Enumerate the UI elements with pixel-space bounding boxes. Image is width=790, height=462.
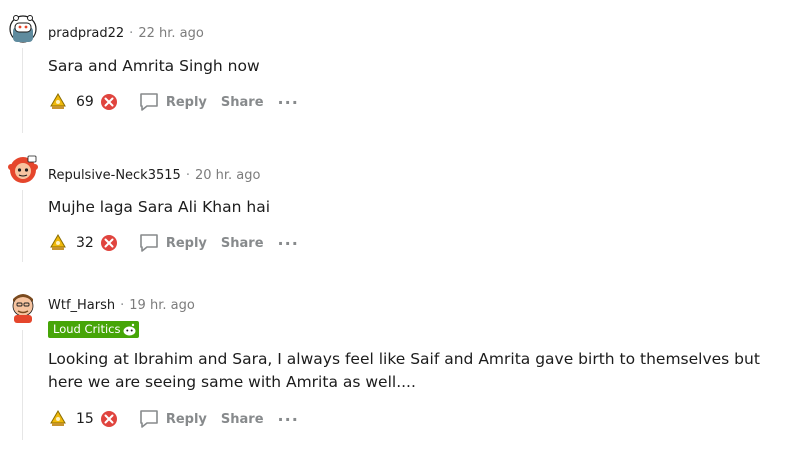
flair-label: Loud Critics <box>53 322 121 336</box>
avatar[interactable] <box>6 10 40 44</box>
timestamp[interactable]: 19 hr. ago <box>129 298 195 313</box>
award-icon[interactable] <box>48 92 68 112</box>
timestamp[interactable]: 22 hr. ago <box>138 26 204 41</box>
comment-actions: 32 Reply Share ··· <box>48 231 299 255</box>
timestamp[interactable]: 20 hr. ago <box>195 168 261 183</box>
comment-meta: Repulsive-Neck3515 · 20 hr. ago <box>48 168 260 183</box>
comment-meta: pradprad22 · 22 hr. ago <box>48 26 204 41</box>
snoo-flair-icon <box>123 323 136 336</box>
comment-actions: 15 Reply Share ··· <box>48 407 299 431</box>
share-button[interactable]: Share <box>221 412 264 427</box>
comment-bubble-icon <box>140 234 158 252</box>
remove-icon[interactable] <box>100 410 118 428</box>
remove-icon[interactable] <box>100 234 118 252</box>
separator-dot: · <box>129 26 134 41</box>
score: 69 <box>76 94 94 110</box>
username-link[interactable]: Wtf_Harsh <box>48 298 115 313</box>
username-link[interactable]: pradprad22 <box>48 26 124 41</box>
award-icon[interactable] <box>48 233 68 253</box>
reply-label: Reply <box>165 411 207 427</box>
comment-bubble-icon <box>140 410 158 428</box>
reply-button[interactable]: Reply <box>138 408 207 430</box>
reply-label: Reply <box>165 94 207 110</box>
comment-meta: Wtf_Harsh · 19 hr. ago <box>48 298 195 313</box>
comment-body: Sara and Amrita Singh now <box>48 57 260 75</box>
username-link[interactable]: Repulsive-Neck3515 <box>48 168 181 183</box>
remove-icon[interactable] <box>100 93 118 111</box>
avatar[interactable] <box>6 290 40 324</box>
separator-dot: · <box>120 298 125 313</box>
more-options-icon[interactable]: ··· <box>278 410 299 429</box>
user-flair: Loud Critics <box>48 321 140 338</box>
score: 32 <box>76 235 94 251</box>
reply-button[interactable]: Reply <box>138 232 207 254</box>
more-options-icon[interactable]: ··· <box>278 234 299 253</box>
share-button[interactable]: Share <box>221 236 264 251</box>
thread-line <box>22 190 23 262</box>
comment-bubble-icon <box>140 93 158 111</box>
share-button[interactable]: Share <box>221 95 264 110</box>
comment-body: Mujhe laga Sara Ali Khan hai <box>48 198 271 216</box>
thread-line <box>22 330 23 440</box>
avatar[interactable] <box>6 152 40 186</box>
more-options-icon[interactable]: ··· <box>278 93 299 112</box>
comment-body: Looking at Ibrahim and Sara, I always fe… <box>48 350 760 391</box>
award-icon[interactable] <box>48 409 68 429</box>
reply-label: Reply <box>165 235 207 251</box>
score: 15 <box>76 411 94 427</box>
reply-button[interactable]: Reply <box>138 91 207 113</box>
separator-dot: · <box>185 168 190 183</box>
comment-actions: 69 Reply Share ··· <box>48 90 299 114</box>
thread-line <box>22 48 23 133</box>
